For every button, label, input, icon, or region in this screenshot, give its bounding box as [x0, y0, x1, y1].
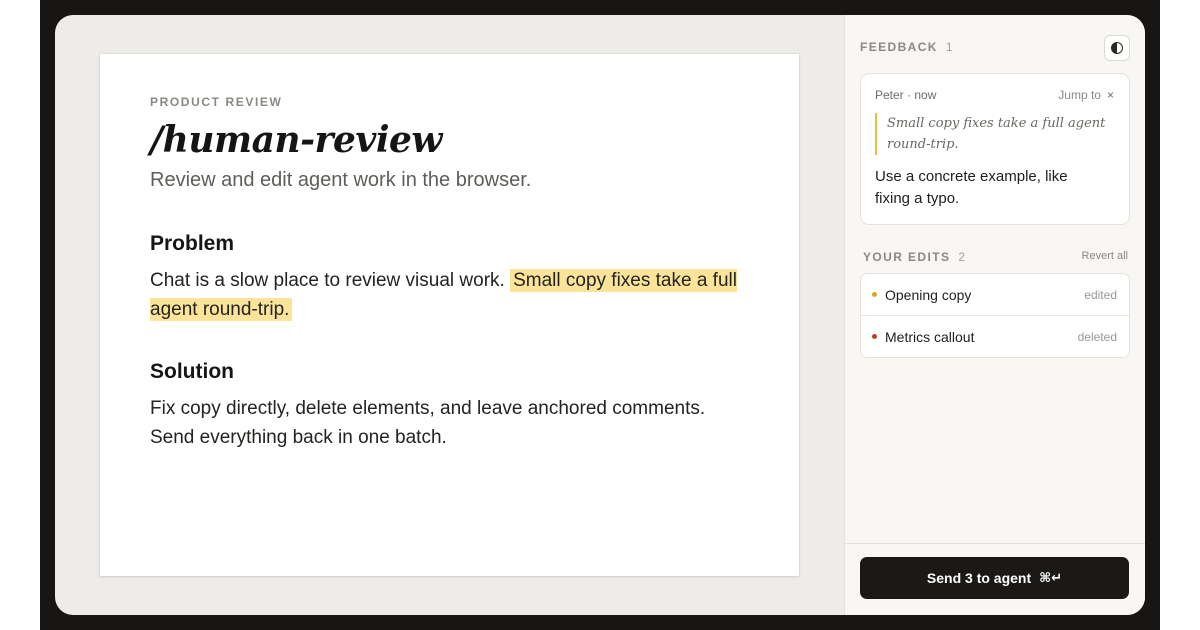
problem-paragraph[interactable]: Chat is a slow place to review visual wo… — [150, 266, 750, 324]
edit-status: deleted — [1077, 329, 1117, 344]
comment-quote: Small copy fixes take a full agent round… — [875, 113, 1112, 155]
panel-footer: Send 3 to agent ⌘↵ — [845, 543, 1145, 615]
deleted-status-dot-icon — [872, 334, 877, 339]
edit-row-opening-copy[interactable]: Opening copy edited — [861, 274, 1129, 315]
edits-header: YOUR EDITS 2 Revert all — [863, 250, 1128, 264]
send-to-agent-button[interactable]: Send 3 to agent ⌘↵ — [860, 557, 1129, 599]
document-eyebrow: PRODUCT REVIEW — [150, 95, 283, 109]
feedback-header: FEEDBACK 1 — [860, 40, 1131, 54]
app-window: PRODUCT REVIEW /human-review Review and … — [55, 15, 1145, 615]
edits-count: 2 — [958, 250, 966, 264]
document-subtitle[interactable]: Review and edit agent work in the browse… — [150, 169, 750, 192]
solution-line-2[interactable]: Send everything back in one batch. — [150, 423, 750, 452]
edits-list: Opening copy edited Metrics callout dele… — [860, 273, 1130, 358]
contrast-icon — [1111, 42, 1123, 54]
send-button-label: Send 3 to agent — [926, 570, 1032, 586]
problem-heading[interactable]: Problem — [150, 232, 750, 256]
document-title[interactable]: /human-review — [150, 119, 750, 161]
solution-paragraph[interactable]: Fix copy directly, delete elements, and … — [150, 394, 750, 452]
comment-meta: Peter · now — [875, 88, 937, 102]
jump-to-link[interactable]: Jump to — [1058, 88, 1101, 102]
keyboard-shortcut-icon: ⌘↵ — [1039, 570, 1063, 586]
edits-label: YOUR EDITS — [863, 250, 951, 264]
revert-all-link[interactable]: Revert all — [1082, 250, 1128, 262]
close-icon[interactable]: × — [1107, 88, 1114, 102]
comment-actions: Jump to × — [1058, 88, 1114, 102]
edit-status: edited — [1084, 287, 1117, 302]
comment-body: Use a concrete example, like fixing a ty… — [875, 168, 1068, 207]
document-content: PRODUCT REVIEW /human-review Review and … — [150, 95, 750, 452]
solution-heading[interactable]: Solution — [150, 360, 750, 384]
solution-line-1[interactable]: Fix copy directly, delete elements, and … — [150, 394, 750, 423]
problem-text[interactable]: Chat is a slow place to review visual wo… — [150, 270, 510, 291]
edited-status-dot-icon — [872, 292, 877, 297]
edit-row-metrics-callout[interactable]: Metrics callout deleted — [861, 315, 1129, 357]
edit-label: Metrics callout — [885, 328, 975, 345]
feedback-panel: FEEDBACK 1 Peter · now Jump to × Small cop… — [844, 15, 1145, 615]
feedback-count: 1 — [945, 40, 953, 54]
document-card: PRODUCT REVIEW /human-review Review and … — [100, 54, 799, 576]
theme-toggle-button[interactable] — [1104, 35, 1130, 61]
feedback-label: FEEDBACK — [860, 40, 938, 54]
edit-label: Opening copy — [885, 286, 972, 303]
comment-card[interactable]: Peter · now Jump to × Small copy fixes ta… — [860, 73, 1130, 225]
